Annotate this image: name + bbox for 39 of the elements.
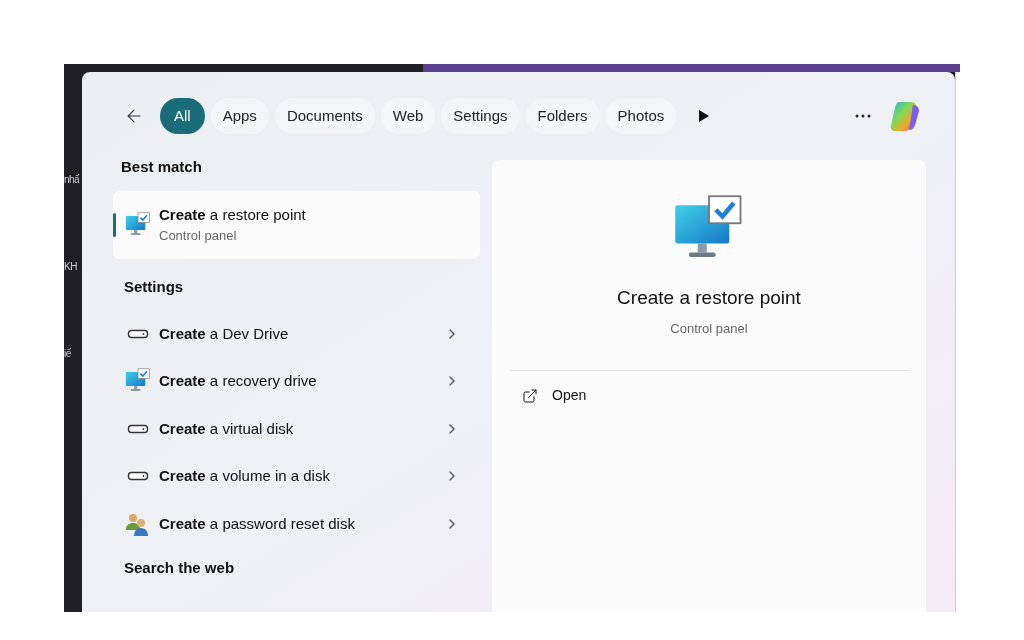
result-subtitle: Control panel	[159, 227, 238, 245]
item-label: Create a virtual disk	[159, 418, 294, 439]
external-link-icon	[522, 387, 538, 404]
filter-tab[interactable]: Apps	[210, 98, 269, 134]
item-label: Create a volume in a disk	[159, 466, 330, 486]
action-label: Open	[552, 386, 587, 405]
background-text: KH	[64, 260, 78, 274]
filter-tab[interactable]: All	[160, 98, 205, 134]
filter-tab[interactable]: Folders	[525, 98, 600, 134]
drive-icon	[127, 327, 149, 340]
filter-tab[interactable]: Web	[380, 98, 436, 134]
settings-item[interactable]: Create a password reset disk	[113, 500, 480, 548]
drive-icon	[127, 422, 149, 435]
drive-icon	[127, 470, 149, 483]
settings-item[interactable]: Create a Dev Drive	[113, 310, 480, 358]
settings-item[interactable]: Create a volume in a disk	[113, 452, 480, 500]
section-heading: Search the web	[123, 557, 236, 578]
result-title: Create a restore point	[159, 204, 306, 225]
more-button[interactable]	[855, 114, 871, 118]
monitor-icon	[125, 211, 151, 238]
section-heading: Settings	[123, 276, 185, 297]
preview-title: Create a restore point	[617, 286, 801, 310]
play-icon	[699, 110, 710, 122]
item-label: Create a recovery drive	[159, 371, 317, 391]
background-text: nhấ	[64, 173, 81, 187]
filter-tab[interactable]: Documents	[274, 98, 375, 134]
preview-subtitle: Control panel	[670, 319, 748, 338]
best-match-item[interactable]: Create a restore point Control panel	[113, 190, 480, 259]
item-label: Create a password reset disk	[159, 513, 355, 534]
background-text: iế	[64, 347, 72, 361]
settings-item[interactable]: Create a virtual disk	[113, 405, 480, 453]
filter-tab[interactable]: Settings	[441, 98, 520, 134]
selection-indicator	[113, 212, 116, 237]
more-icon	[855, 114, 871, 118]
item-label: Create a Dev Drive	[159, 323, 289, 344]
settings-item[interactable]: Create a recovery drive	[113, 357, 480, 405]
open-action[interactable]: Open	[522, 385, 587, 406]
section-heading: Best match	[120, 157, 203, 177]
filter-tab[interactable]: Photos	[605, 98, 677, 134]
